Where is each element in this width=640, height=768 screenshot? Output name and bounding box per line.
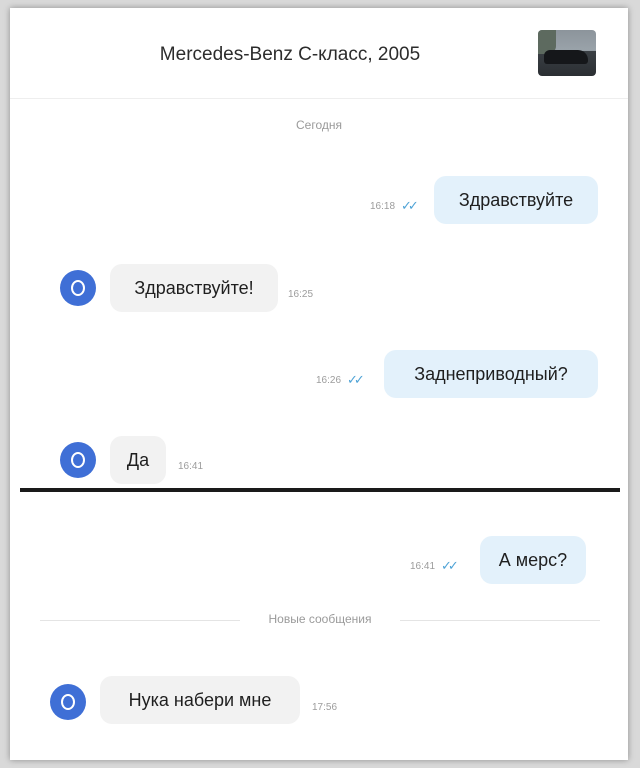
message-meta: 16:41 (178, 461, 203, 472)
message-time: 16:18 (370, 200, 396, 212)
chat-title[interactable]: Mercedes-Benz C-класс, 2005 (10, 44, 570, 66)
date-separator: Сегодня (296, 118, 342, 132)
new-messages-label: Новые сообщения (260, 612, 380, 626)
message-time: 16:41 (178, 461, 204, 472)
chat-header: Mercedes-Benz C-класс, 2005 (10, 8, 628, 99)
outgoing-message[interactable]: Здравствуйте (434, 176, 598, 224)
incoming-message[interactable]: Здравствуйте! (110, 264, 278, 312)
read-ticks-icon: ✓✓ (401, 198, 419, 213)
contact-avatar[interactable] (60, 442, 96, 478)
new-messages-separator: Новые сообщения (40, 612, 600, 628)
message-text: Заднеприводный? (414, 363, 568, 384)
chat-screen: Mercedes-Benz C-класс, 2005 Сегодня 16:1… (10, 8, 628, 760)
message-time: 16:25 (288, 289, 314, 300)
message-time: 17:56 (312, 702, 338, 713)
avatar-initial-icon (61, 694, 75, 710)
contact-avatar[interactable] (60, 270, 96, 306)
message-meta: 17:56 (312, 702, 337, 713)
message-meta: 16:25 (288, 289, 313, 300)
message-text: Да (126, 449, 150, 470)
incoming-message[interactable]: Да (110, 436, 166, 484)
car-icon (544, 50, 588, 64)
incoming-message[interactable]: Нука набери мне (100, 676, 300, 724)
message-meta: 16:26 ✓✓ (316, 372, 365, 388)
message-meta: 16:41 ✓✓ (410, 558, 459, 574)
message-text: Здравствуйте (458, 189, 574, 210)
message-text: Здравствуйте! (134, 277, 254, 298)
read-ticks-icon: ✓✓ (347, 372, 365, 387)
splice-divider (20, 488, 620, 492)
avatar-initial-icon (71, 452, 85, 468)
contact-avatar[interactable] (50, 684, 86, 720)
read-ticks-icon: ✓✓ (441, 558, 459, 573)
avatar-initial-icon (71, 280, 85, 296)
car-thumbnail[interactable] (538, 30, 596, 76)
outgoing-message[interactable]: А мерс? (480, 536, 586, 584)
outgoing-message[interactable]: Заднеприводный? (384, 350, 598, 398)
message-text: Нука набери мне (128, 689, 272, 710)
message-meta: 16:18 ✓✓ (370, 198, 419, 214)
message-text: А мерс? (498, 549, 568, 570)
message-time: 16:41 (410, 560, 436, 572)
message-time: 16:26 (316, 374, 342, 386)
